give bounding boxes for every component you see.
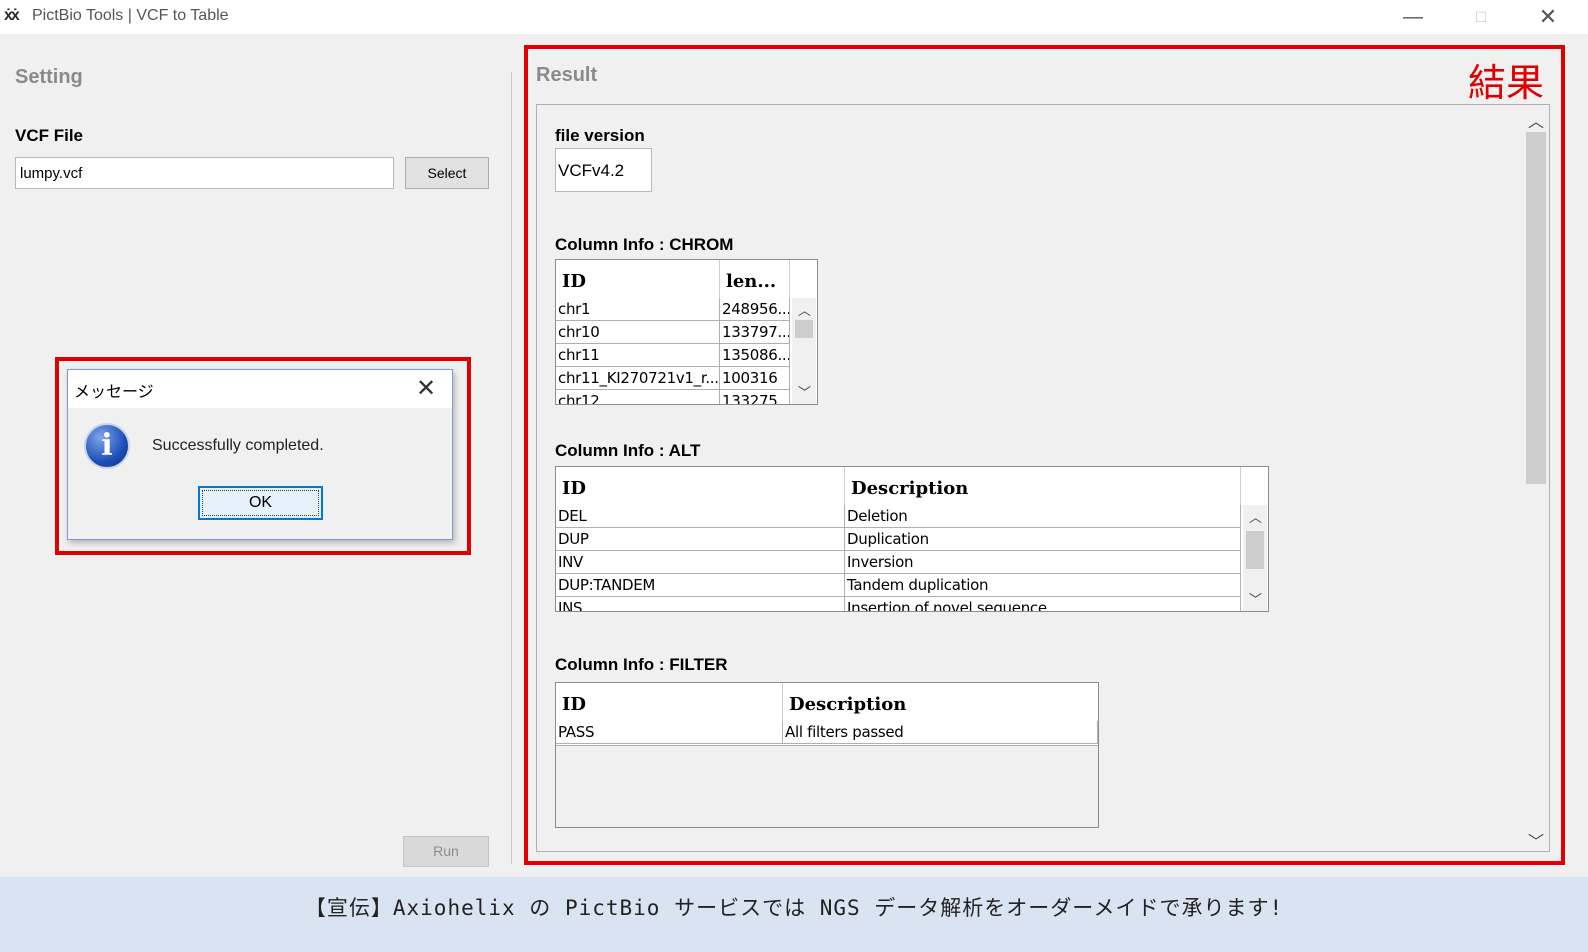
- table-cell[interactable]: 135086...: [720, 344, 790, 367]
- table-cell[interactable]: Deletion: [845, 505, 1241, 528]
- maximize-button[interactable]: ☐: [1448, 0, 1514, 34]
- dialog-title: メッセージ: [74, 384, 154, 401]
- table-cell[interactable]: 133797...: [720, 321, 790, 344]
- close-button[interactable]: ✕: [1515, 0, 1581, 34]
- title-bar: ẋẋ PictBio Tools | VCF to Table — ☐ ✕: [0, 0, 1588, 34]
- table-row[interactable]: PASS: [556, 721, 783, 744]
- result-annotation-label: 結果: [1468, 61, 1545, 105]
- scroll-down-icon[interactable]: ﹀: [1528, 828, 1544, 852]
- advertisement-banner[interactable]: 【宣伝】Axiohelix の PictBio サービスでは NGS データ解析…: [0, 877, 1588, 952]
- scroll-up-icon[interactable]: ︿: [1249, 507, 1262, 526]
- app-logo-icon: ẋẋ: [4, 7, 20, 24]
- result-scrollbar[interactable]: ︿ ﹀: [1524, 106, 1548, 852]
- table-row[interactable]: chr1: [556, 298, 720, 321]
- message-dialog: メッセージ ✕ i Successfully completed. OK: [67, 369, 453, 540]
- vcf-file-label: VCF File: [15, 126, 84, 145]
- table-row[interactable]: DEL: [556, 505, 845, 528]
- window-title: PictBio Tools | VCF to Table: [32, 7, 229, 24]
- dialog-close-icon[interactable]: ✕: [416, 374, 436, 403]
- table-cell[interactable]: 133275: [720, 390, 790, 404]
- panel-divider: [511, 72, 512, 864]
- table-row[interactable]: DUP: [556, 528, 845, 551]
- table-row[interactable]: INS: [556, 597, 845, 611]
- alt-heading: Column Info : ALT: [555, 441, 701, 460]
- table-cell[interactable]: Inversion: [845, 551, 1241, 574]
- alt-col-id[interactable]: ID: [556, 467, 845, 505]
- scroll-down-icon[interactable]: ﹀: [1249, 589, 1262, 608]
- table-row[interactable]: chr11_KI270721v1_r...: [556, 367, 720, 390]
- dialog-header: メッセージ ✕: [68, 370, 452, 408]
- ok-button-label: OK: [202, 490, 319, 516]
- alt-table[interactable]: ID Description DEL Deletion DUP Duplicat…: [555, 466, 1269, 612]
- run-button[interactable]: Run: [403, 836, 489, 867]
- table-row[interactable]: chr12: [556, 390, 720, 404]
- scroll-thumb[interactable]: [1246, 531, 1264, 569]
- chrom-col-length[interactable]: len...: [720, 260, 790, 298]
- info-icon: i: [84, 423, 130, 469]
- filter-table-empty-area: [556, 745, 1098, 827]
- filter-table[interactable]: ID Description PASS All filters passed: [555, 682, 1099, 828]
- scroll-down-icon[interactable]: ﹀: [798, 382, 811, 401]
- scroll-thumb[interactable]: [795, 320, 813, 338]
- table-row[interactable]: chr11: [556, 344, 720, 367]
- table-row[interactable]: DUP:TANDEM: [556, 574, 845, 597]
- table-row[interactable]: chr10: [556, 321, 720, 344]
- table-cell[interactable]: 248956...: [720, 298, 790, 321]
- chrom-col-id[interactable]: ID: [556, 260, 720, 298]
- alt-col-description[interactable]: Description: [845, 467, 1241, 505]
- ok-button[interactable]: OK: [198, 486, 323, 520]
- scroll-up-icon[interactable]: ︿: [798, 300, 811, 319]
- dialog-message: Successfully completed.: [152, 437, 324, 454]
- vcf-file-input[interactable]: [15, 157, 394, 189]
- filter-col-description[interactable]: Description: [783, 683, 1098, 721]
- table-row[interactable]: INV: [556, 551, 845, 574]
- chrom-heading: Column Info : CHROM: [555, 235, 734, 254]
- filter-col-id[interactable]: ID: [556, 683, 783, 721]
- minimize-button[interactable]: —: [1380, 0, 1446, 34]
- chrom-table[interactable]: ID len... chr1 248956... chr10 133797...…: [555, 259, 818, 405]
- select-button[interactable]: Select: [405, 157, 489, 189]
- filter-heading: Column Info : FILTER: [555, 655, 728, 674]
- chrom-table-scrollbar[interactable]: ︿ ﹀: [792, 298, 816, 404]
- table-cell[interactable]: Insertion of novel sequence: [845, 597, 1241, 611]
- file-version-label: file version: [555, 126, 645, 145]
- table-cell[interactable]: All filters passed: [783, 721, 1098, 744]
- table-cell[interactable]: Tandem duplication: [845, 574, 1241, 597]
- table-cell[interactable]: 100316: [720, 367, 790, 390]
- alt-table-scrollbar[interactable]: ︿ ﹀: [1243, 505, 1267, 611]
- table-cell[interactable]: Duplication: [845, 528, 1241, 551]
- scroll-up-icon[interactable]: ︿: [1528, 108, 1544, 132]
- scroll-thumb[interactable]: [1526, 132, 1546, 484]
- result-heading: Result: [536, 64, 598, 86]
- file-version-field: VCFv4.2: [555, 148, 652, 192]
- setting-heading: Setting: [15, 66, 83, 88]
